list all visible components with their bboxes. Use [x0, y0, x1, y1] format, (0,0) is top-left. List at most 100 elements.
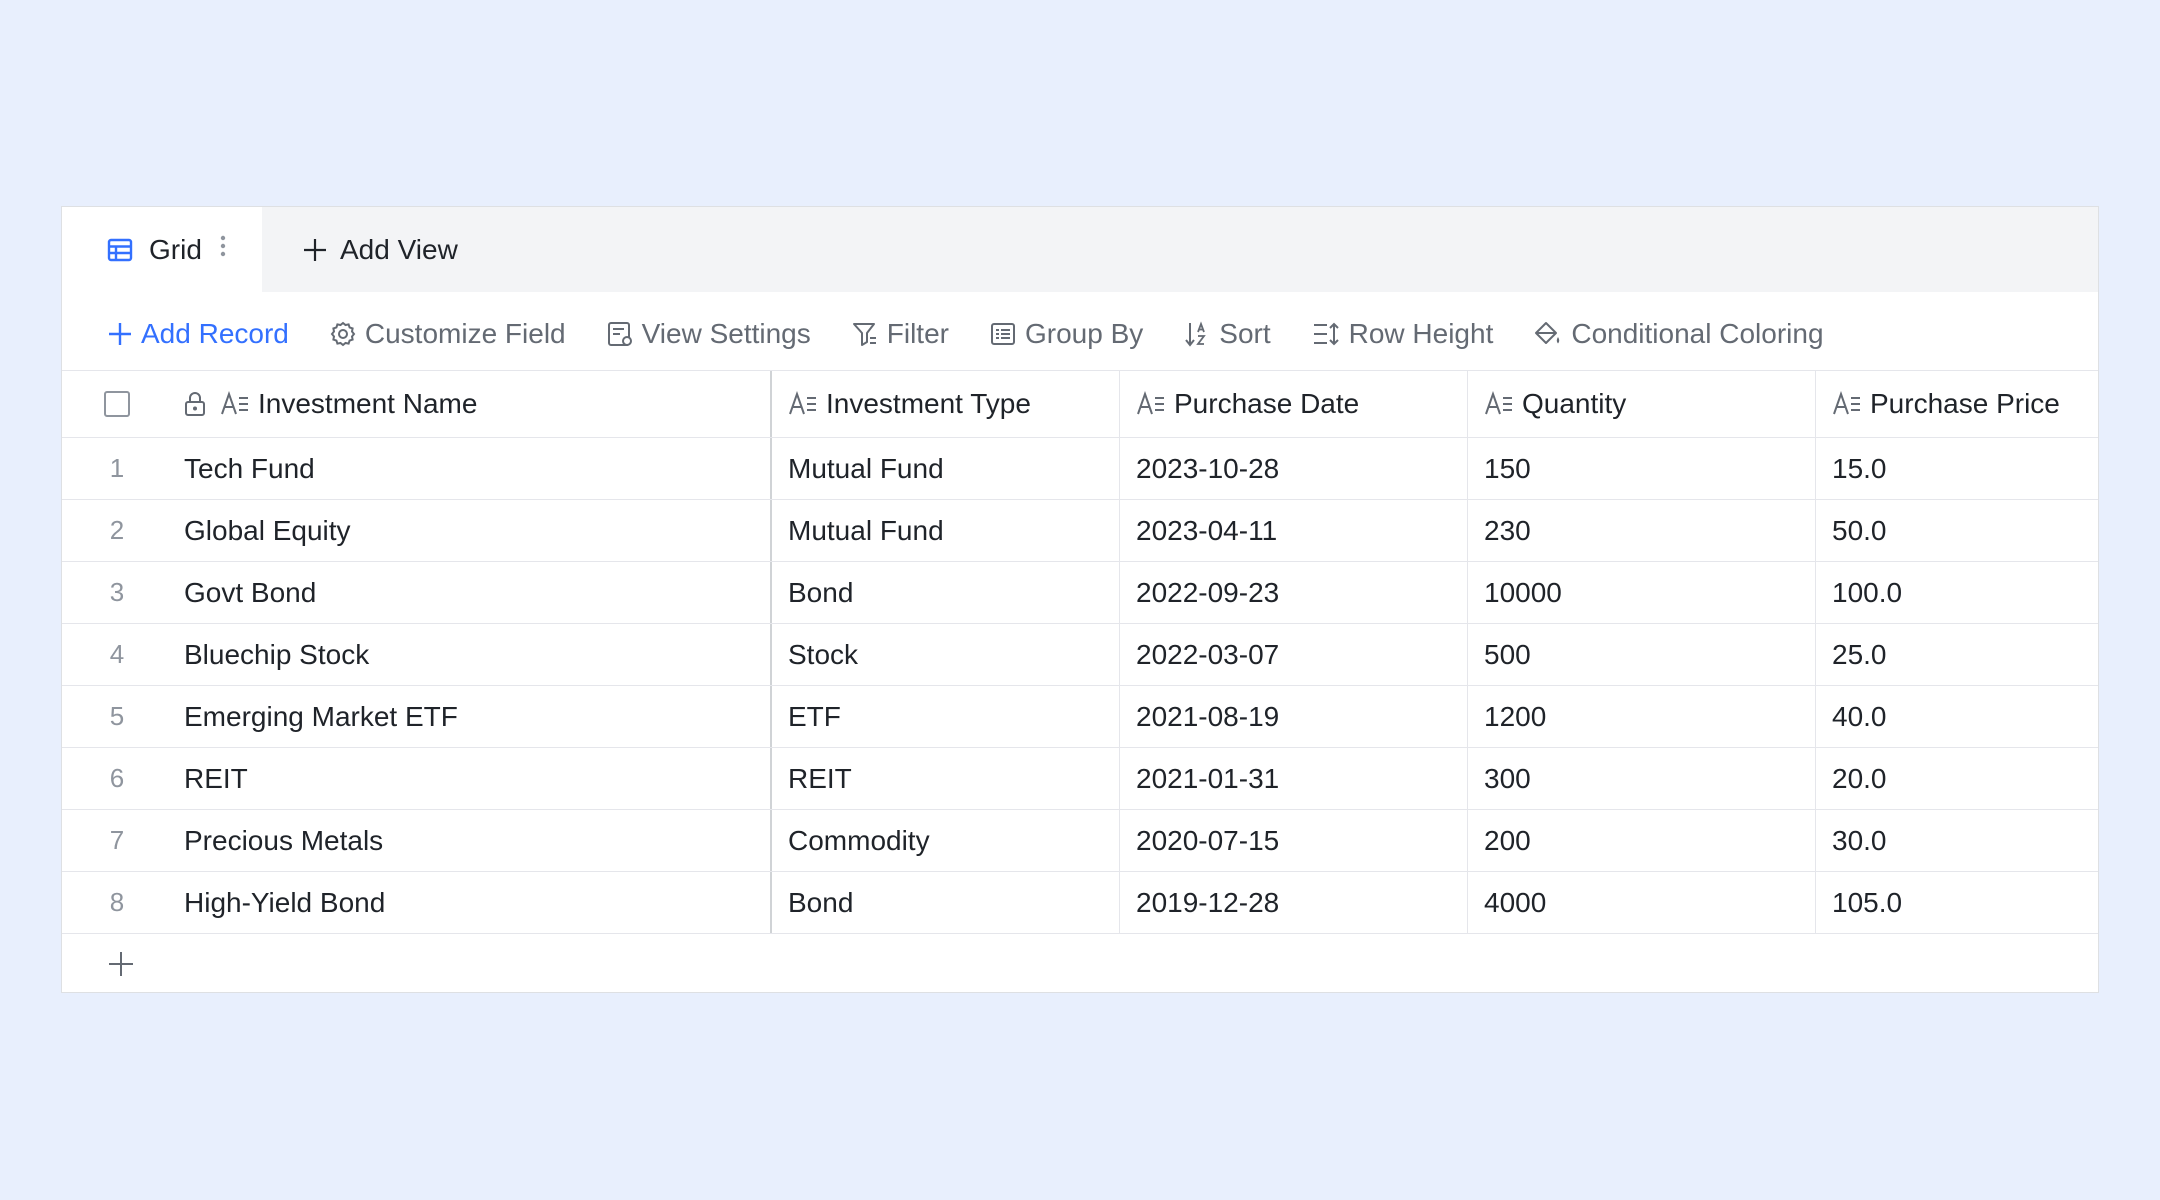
cell-quantity[interactable]: 4000 — [1468, 872, 1816, 933]
view-settings-label: View Settings — [641, 318, 811, 349]
table-row[interactable]: 2 Global Equity Mutual Fund 2023-04-11 2… — [62, 500, 2098, 562]
sort-button[interactable]: Sort — [1183, 318, 1271, 350]
table-row[interactable]: 3 Govt Bond Bond 2022-09-23 10000 100.0 — [62, 562, 2098, 624]
column-header-quantity[interactable]: Quantity — [1468, 371, 1816, 437]
row-height-label: Row Height — [1348, 318, 1494, 349]
table-row[interactable]: 8 High-Yield Bond Bond 2019-12-28 4000 1… — [62, 872, 2098, 934]
cell-quantity[interactable]: 300 — [1468, 748, 1816, 809]
cell-investment-name[interactable]: High-Yield Bond — [172, 872, 772, 933]
tab-grid-label: Grid — [149, 233, 202, 265]
cell-quantity[interactable]: 10000 — [1468, 562, 1816, 623]
cell-investment-name[interactable]: Global Equity — [172, 500, 772, 561]
cell-investment-name[interactable]: Emerging Market ETF — [172, 686, 772, 747]
cell-quantity[interactable]: 1200 — [1468, 686, 1816, 747]
column-header-label: Investment Name — [258, 388, 478, 419]
select-all-cell — [62, 371, 172, 437]
cell-quantity[interactable]: 230 — [1468, 500, 1816, 561]
cell-purchase-date[interactable]: 2022-03-07 — [1120, 624, 1468, 685]
row-index: 1 — [109, 453, 125, 483]
cell-purchase-price[interactable]: 20.0 — [1816, 748, 2098, 809]
grid-view-panel: Grid Add View Add Record Customize Field… — [61, 206, 2099, 993]
text-field-icon — [1833, 391, 1860, 415]
cell-purchase-date[interactable]: 2023-10-28 — [1120, 438, 1468, 499]
grid-table-icon — [107, 238, 133, 261]
add-record-button[interactable]: Add Record — [107, 318, 289, 350]
text-field-icon — [221, 391, 248, 415]
table-header-row: Investment Name Investment Type Purchase… — [62, 370, 2098, 438]
row-index: 4 — [109, 639, 125, 669]
table-row[interactable]: 1 Tech Fund Mutual Fund 2023-10-28 150 1… — [62, 438, 2098, 500]
plus-icon — [109, 323, 131, 345]
cell-investment-type[interactable]: ETF — [772, 686, 1120, 747]
column-header-label: Quantity — [1522, 388, 1627, 419]
tab-grid[interactable]: Grid — [62, 207, 262, 292]
column-header-label: Purchase Date — [1174, 388, 1360, 419]
filter-button[interactable]: Filter — [851, 318, 949, 350]
row-index: 2 — [109, 515, 125, 545]
cell-purchase-price[interactable]: 50.0 — [1816, 500, 2098, 561]
add-record-label: Add Record — [141, 318, 289, 349]
more-options-icon[interactable] — [220, 233, 226, 266]
filter-icon — [852, 323, 876, 346]
cell-quantity[interactable]: 500 — [1468, 624, 1816, 685]
cell-investment-name[interactable]: Precious Metals — [172, 810, 772, 871]
cell-investment-type[interactable]: Commodity — [772, 810, 1120, 871]
column-header-purchase-date[interactable]: Purchase Date — [1120, 371, 1468, 437]
cell-purchase-date[interactable]: 2021-08-19 — [1120, 686, 1468, 747]
add-view-label: Add View — [340, 233, 458, 265]
conditional-coloring-button[interactable]: Conditional Coloring — [1533, 318, 1824, 350]
cell-investment-type[interactable]: Mutual Fund — [772, 500, 1120, 561]
customize-field-button[interactable]: Customize Field — [329, 318, 566, 350]
cell-investment-type[interactable]: Bond — [772, 872, 1120, 933]
cell-investment-name[interactable]: REIT — [172, 748, 772, 809]
column-header-label: Purchase Price — [1870, 388, 2060, 419]
table-row[interactable]: 6 REIT REIT 2021-01-31 300 20.0 — [62, 748, 2098, 810]
cell-investment-type[interactable]: Mutual Fund — [772, 438, 1120, 499]
select-all-checkbox[interactable] — [104, 391, 130, 417]
paint-bucket-icon — [1535, 322, 1560, 344]
column-header-investment-type[interactable]: Investment Type — [772, 371, 1120, 437]
cell-purchase-date[interactable]: 2022-09-23 — [1120, 562, 1468, 623]
table-row[interactable]: 7 Precious Metals Commodity 2020-07-15 2… — [62, 810, 2098, 872]
view-settings-button[interactable]: View Settings — [606, 318, 811, 350]
table-row[interactable]: 4 Bluechip Stock Stock 2022-03-07 500 25… — [62, 624, 2098, 686]
row-height-button[interactable]: Row Height — [1311, 318, 1494, 350]
cell-purchase-price[interactable]: 40.0 — [1816, 686, 2098, 747]
text-field-icon — [789, 391, 816, 415]
cell-quantity[interactable]: 150 — [1468, 438, 1816, 499]
add-row-button[interactable] — [62, 934, 2098, 994]
cell-purchase-date[interactable]: 2020-07-15 — [1120, 810, 1468, 871]
cell-purchase-date[interactable]: 2023-04-11 — [1120, 500, 1468, 561]
cell-purchase-price[interactable]: 15.0 — [1816, 438, 2098, 499]
plus-icon — [304, 238, 326, 261]
filter-label: Filter — [886, 318, 949, 349]
row-index: 6 — [109, 763, 125, 793]
add-view-button[interactable]: Add View — [302, 207, 458, 292]
cell-purchase-price[interactable]: 25.0 — [1816, 624, 2098, 685]
cell-investment-name[interactable]: Govt Bond — [172, 562, 772, 623]
table-row[interactable]: 5 Emerging Market ETF ETF 2021-08-19 120… — [62, 686, 2098, 748]
data-grid: Investment Name Investment Type Purchase… — [62, 370, 2098, 994]
gear-icon — [330, 321, 356, 347]
group-by-button[interactable]: Group By — [989, 318, 1143, 350]
column-header-purchase-price[interactable]: Purchase Price — [1816, 371, 2098, 437]
cell-investment-name[interactable]: Bluechip Stock — [172, 624, 772, 685]
cell-purchase-price[interactable]: 100.0 — [1816, 562, 2098, 623]
cell-investment-name[interactable]: Tech Fund — [172, 438, 772, 499]
cell-investment-type[interactable]: REIT — [772, 748, 1120, 809]
column-header-investment-name[interactable]: Investment Name — [172, 371, 772, 437]
text-field-icon — [1137, 391, 1164, 415]
cell-purchase-price[interactable]: 105.0 — [1816, 872, 2098, 933]
cell-investment-type[interactable]: Stock — [772, 624, 1120, 685]
row-index: 5 — [109, 701, 125, 731]
column-header-label: Investment Type — [826, 388, 1031, 419]
cell-quantity[interactable]: 200 — [1468, 810, 1816, 871]
cell-purchase-date[interactable]: 2019-12-28 — [1120, 872, 1468, 933]
toolbar: Add Record Customize Field View Settings — [62, 292, 2098, 376]
row-height-icon — [1313, 322, 1339, 346]
cell-purchase-price[interactable]: 30.0 — [1816, 810, 2098, 871]
cell-investment-type[interactable]: Bond — [772, 562, 1120, 623]
customize-field-label: Customize Field — [364, 318, 566, 349]
cell-purchase-date[interactable]: 2021-01-31 — [1120, 748, 1468, 809]
group-by-label: Group By — [1024, 318, 1144, 349]
